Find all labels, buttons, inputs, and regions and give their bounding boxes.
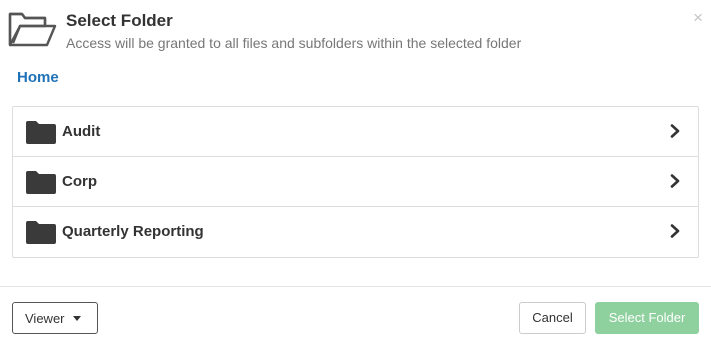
folder-icon <box>26 121 56 144</box>
folder-name: Corp <box>62 173 97 190</box>
cancel-button[interactable]: Cancel <box>519 302 586 334</box>
role-select[interactable]: Viewer <box>12 302 98 334</box>
role-select-value: Viewer <box>25 311 65 326</box>
folder-open-outline-icon <box>8 12 57 47</box>
chevron-right-icon[interactable] <box>670 224 680 238</box>
folder-row-audit[interactable]: Audit <box>13 107 698 157</box>
folder-row-corp[interactable]: Corp <box>13 157 698 207</box>
close-icon[interactable]: × <box>693 8 703 27</box>
dialog-title: Select Folder <box>66 11 173 30</box>
footer-divider <box>0 286 711 287</box>
folder-list: Audit Corp Quarterly Reporting <box>12 106 699 258</box>
folder-name: Quarterly Reporting <box>62 223 204 240</box>
dialog-header: Select Folder Access will be granted to … <box>0 0 711 60</box>
dialog-subtitle: Access will be granted to all files and … <box>66 35 522 51</box>
close-button[interactable]: × <box>693 9 703 26</box>
caret-down-icon <box>73 316 81 321</box>
folder-name: Audit <box>62 123 101 140</box>
folder-row-quarterly-reporting[interactable]: Quarterly Reporting <box>13 207 698 257</box>
chevron-right-icon[interactable] <box>670 174 680 188</box>
folder-icon <box>26 221 56 244</box>
breadcrumb: Home <box>17 69 59 86</box>
select-folder-dialog: Select Folder Access will be granted to … <box>0 0 711 347</box>
chevron-right-icon[interactable] <box>670 124 680 138</box>
select-folder-button[interactable]: Select Folder <box>595 302 699 334</box>
breadcrumb-item-home[interactable]: Home <box>17 69 59 86</box>
folder-icon <box>26 171 56 194</box>
